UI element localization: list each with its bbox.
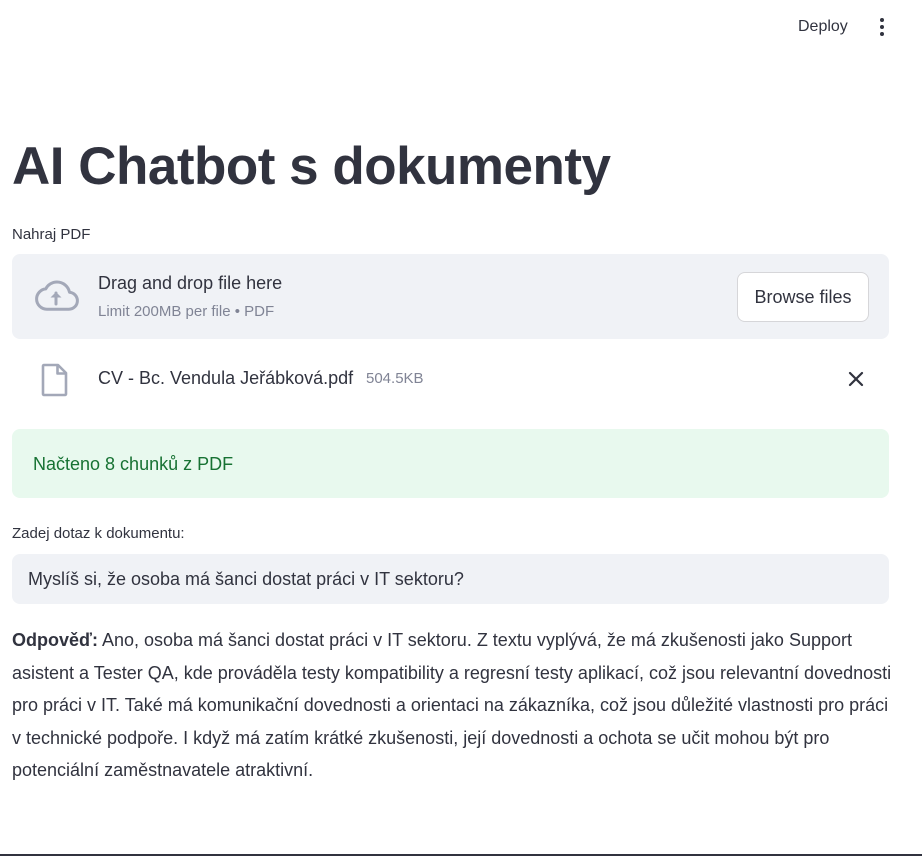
more-vertical-icon[interactable]	[866, 14, 898, 40]
app-page: Deploy AI Chatbot s dokumenty Nahraj PDF…	[0, 0, 922, 857]
file-dropzone[interactable]: Drag and drop file here Limit 200MB per …	[12, 254, 889, 339]
deploy-button[interactable]: Deploy	[786, 14, 860, 40]
success-alert: Načteno 8 chunků z PDF	[12, 429, 889, 498]
uploaded-file-name: CV - Bc. Vendula Jeřábková.pdf	[98, 368, 354, 388]
cloud-upload-icon	[35, 280, 79, 311]
success-message: Načteno 8 chunků z PDF	[33, 454, 234, 474]
uploaded-file-row: CV - Bc. Vendula Jeřábková.pdf 504.5KB	[12, 356, 889, 402]
answer-text: Odpověď: Ano, osoba má šanci dostat prác…	[12, 624, 892, 787]
dropzone-title: Drag and drop file here	[98, 273, 283, 293]
uploaded-file-size: 504.5KB	[366, 370, 424, 387]
dropzone-limit-text: Limit 200MB per file • PDF	[98, 303, 275, 320]
answer-prefix: Odpověď:	[12, 630, 98, 650]
query-label: Zadej dotaz k dokumentu:	[12, 525, 185, 542]
query-input[interactable]	[12, 554, 889, 604]
menu-dot	[880, 32, 884, 36]
page-title: AI Chatbot s dokumenty	[12, 137, 611, 196]
close-icon[interactable]	[844, 367, 868, 391]
upload-label: Nahraj PDF	[12, 226, 91, 243]
browse-files-button[interactable]: Browse files	[737, 272, 869, 322]
bottom-divider	[0, 854, 922, 856]
menu-dot	[880, 25, 884, 29]
top-header: Deploy	[0, 0, 922, 54]
file-icon	[41, 363, 68, 397]
menu-dot	[880, 18, 884, 22]
answer-body: Ano, osoba má šanci dostat práci v IT se…	[12, 630, 892, 780]
